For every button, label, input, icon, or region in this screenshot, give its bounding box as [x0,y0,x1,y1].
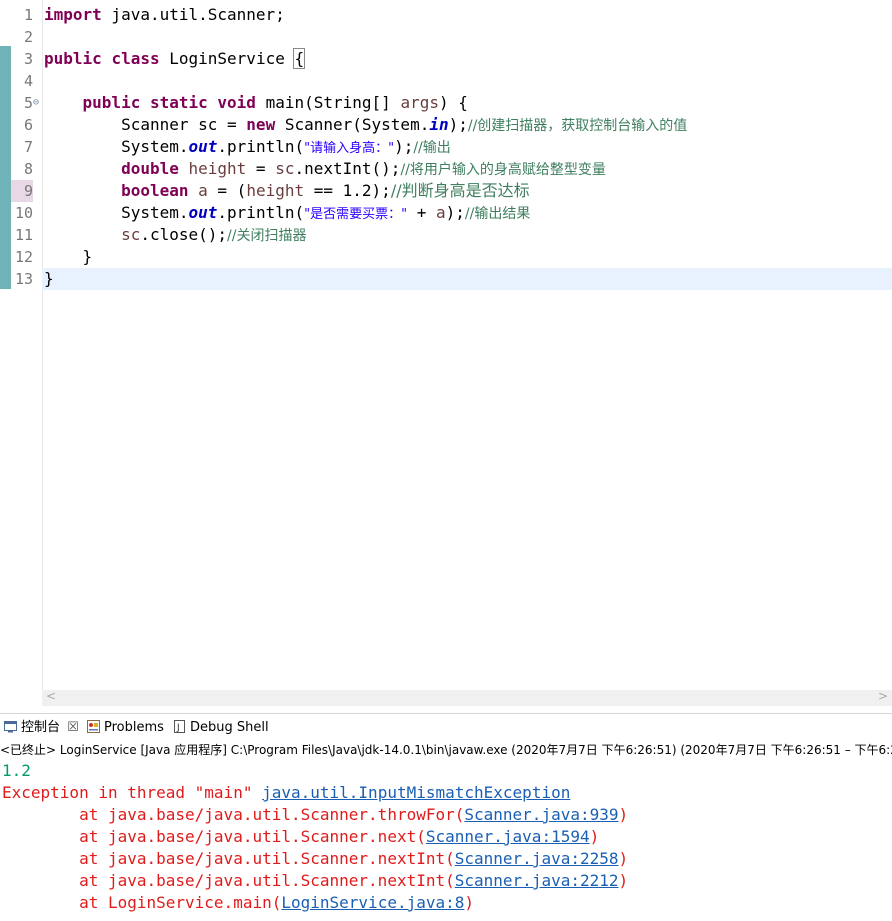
line-number: 8 [23,160,33,178]
code-line-2[interactable]: 2 [0,26,892,48]
stack-frame-link[interactable]: Scanner.java:2258 [455,849,619,868]
console-tab-bar: 控制台 ☒ Problems J Debug Shell [0,713,892,741]
line-number: 12 [14,248,33,266]
code-line-10[interactable]: 10 System.out.println("是否需要买票：" + a);//输… [0,202,892,224]
console-output[interactable]: 1.2 Exception in thread "main" java.util… [0,760,892,921]
line-number: 9 [11,180,33,202]
code-text: import java.util.Scanner; [44,5,285,24]
code-text: public class LoginService { [44,48,306,69]
code-line-6[interactable]: 6 Scanner sc = new Scanner(System.in);//… [0,114,892,136]
exception-line: Exception in thread "main" java.util.Inp… [2,783,571,802]
svg-text:J: J [176,723,180,733]
matching-brace: { [293,48,306,69]
tab-console[interactable]: 控制台 ☒ [4,714,79,741]
code-line-5[interactable]: 5 ⊖ public static void main(String[] arg… [0,92,892,114]
tab-problems[interactable]: Problems [87,714,164,741]
fold-collapse-icon[interactable]: ⊖ [33,92,39,114]
code-line-4[interactable]: 4 [0,70,892,92]
stack-frame: at java.base/java.util.Scanner.throwFor(… [2,805,629,824]
code-line-11[interactable]: 11 sc.close();//关闭扫描器 [0,224,892,246]
line-number: 1 [23,6,33,24]
debug-shell-icon: J [173,716,186,733]
code-text: } [44,269,54,288]
line-number: 11 [14,226,33,244]
code-text: } [44,247,93,266]
stack-frame-link[interactable]: Scanner.java:1594 [426,827,590,846]
horizontal-scrollbar[interactable]: < > [42,689,892,706]
close-icon[interactable]: ☒ [67,720,79,735]
line-number: 5 [23,94,33,112]
code-text: sc.close();//关闭扫描器 [121,225,307,244]
console-icon [4,716,17,733]
code-line-8[interactable]: 8 double height = sc.nextInt();//将用户输入的身… [0,158,892,180]
code-text: System.out.println("请输入身高：");//输出 [44,137,451,156]
line-number: 2 [23,28,33,46]
code-line-13[interactable]: 13 } [15,268,892,290]
stack-frame-link[interactable]: Scanner.java:2212 [455,871,619,890]
stack-frame-link[interactable]: LoginService.java:8 [281,893,464,912]
code-editor[interactable]: 1 import java.util.Scanner; 2 3 public c… [0,0,892,690]
line-number: 13 [14,270,33,288]
line-number: 6 [23,116,33,134]
line-number: 10 [14,204,33,222]
problems-icon [87,716,100,733]
code-text: boolean a = (height == 1.2);//判断身高是否达标 [121,181,530,200]
code-line-9[interactable]: 9 boolean a = (height == 1.2);//判断身高是否达标 [0,180,892,202]
code-text: public static void main(String[] args) { [82,93,468,112]
console-status-line: <已终止> LoginService [Java 应用程序] C:\Progra… [0,740,892,761]
line-number: 4 [23,72,33,90]
code-line-1[interactable]: 1 import java.util.Scanner; [0,4,892,26]
code-line-7[interactable]: 7 System.out.println("请输入身高：");//输出 [0,136,892,158]
scroll-right-icon[interactable]: > [878,689,888,703]
code-line-12[interactable]: 12 } [0,246,892,268]
line-number: 7 [23,138,33,156]
console-input-line: 1.2 [2,761,31,780]
stack-frame: at java.base/java.util.Scanner.nextInt(S… [2,849,629,868]
code-text: Scanner sc = new Scanner(System.in);//创建… [44,115,688,134]
scroll-left-icon[interactable]: < [46,689,56,703]
code-text: System.out.println("是否需要买票：" + a);//输出结果 [44,203,531,222]
code-line-3[interactable]: 3 public class LoginService { [0,48,892,70]
stack-frame: at java.base/java.util.Scanner.nextInt(S… [2,871,629,890]
code-text: double height = sc.nextInt();//将用户输入的身高赋… [121,159,606,178]
stack-frame-link[interactable]: Scanner.java:939 [464,805,618,824]
stack-frame: at LoginService.main(LoginService.java:8… [2,893,475,912]
stack-frame: at java.base/java.util.Scanner.next(Scan… [2,827,600,846]
line-number: 3 [23,50,33,68]
exception-class-link[interactable]: java.util.InputMismatchException [262,783,570,802]
tab-debug-shell[interactable]: J Debug Shell [173,714,269,741]
